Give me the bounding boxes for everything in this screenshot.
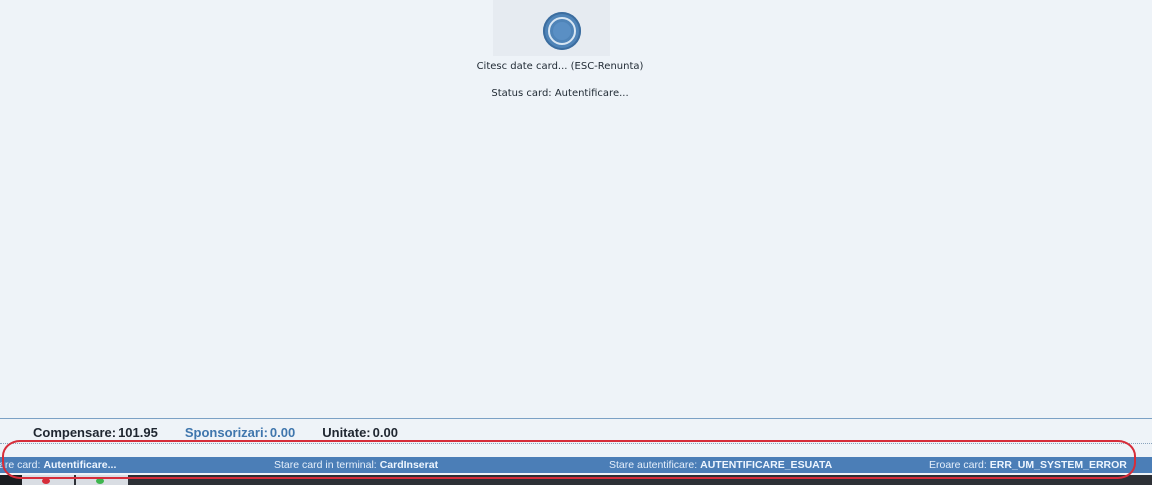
card-error-field: Eroare card: ERR_UM_SYSTEM_ERROR	[929, 457, 1127, 473]
terminal-status-label: Stare card in terminal:	[274, 459, 377, 471]
unitate-total: Unitate: 0.00	[322, 425, 398, 440]
card-status-bar: are card: Autentificare... Stare card in …	[0, 457, 1152, 473]
loading-spinner-icon	[543, 12, 581, 50]
card-status-message: Status card: Autentificare...	[491, 88, 629, 99]
reading-card-message: Citesc date card... (ESC-Renunta)	[476, 61, 644, 72]
terminal-status-value: CardInserat	[379, 459, 439, 471]
taskbar-left-segment	[0, 475, 22, 485]
card-error-label: Eroare card:	[929, 459, 987, 471]
green-circle-icon	[96, 478, 104, 484]
authentication-status-label: Stare autentificare:	[609, 459, 698, 471]
authentication-status-field: Stare autentificare: AUTENTIFICARE_ESUATA	[609, 457, 832, 473]
compensare-total: Compensare: 101.95	[33, 425, 158, 440]
sponsorizari-total: Sponsorizari: 0.00	[185, 425, 295, 440]
sponsorizari-label: Sponsorizari:	[184, 424, 268, 440]
card-error-value: ERR_UM_SYSTEM_ERROR	[989, 459, 1127, 471]
red-circle-icon	[42, 478, 50, 484]
terminal-status-field: Stare card in terminal: CardInserat	[274, 457, 438, 473]
unitate-label: Unitate:	[322, 424, 371, 440]
dotted-separator	[0, 443, 1152, 444]
stare-card-label: are card:	[0, 459, 41, 471]
compensare-label: Compensare:	[33, 424, 117, 440]
card-reader-screen: Citesc date card... (ESC-Renunta) Status…	[0, 0, 1152, 485]
unitate-value: 0.00	[372, 424, 398, 440]
sponsorizari-value: 0.00	[269, 424, 296, 440]
summary-separator	[0, 418, 1152, 419]
totals-summary: Compensare: 101.95 Sponsorizari: 0.00 Un…	[33, 424, 398, 440]
authentication-status-value: AUTENTIFICARE_ESUATA	[700, 459, 833, 471]
stare-card-field: are card: Autentificare...	[0, 457, 116, 473]
stare-card-value: Autentificare...	[43, 459, 117, 471]
taskbar	[0, 475, 1152, 485]
compensare-value: 101.95	[118, 424, 158, 440]
